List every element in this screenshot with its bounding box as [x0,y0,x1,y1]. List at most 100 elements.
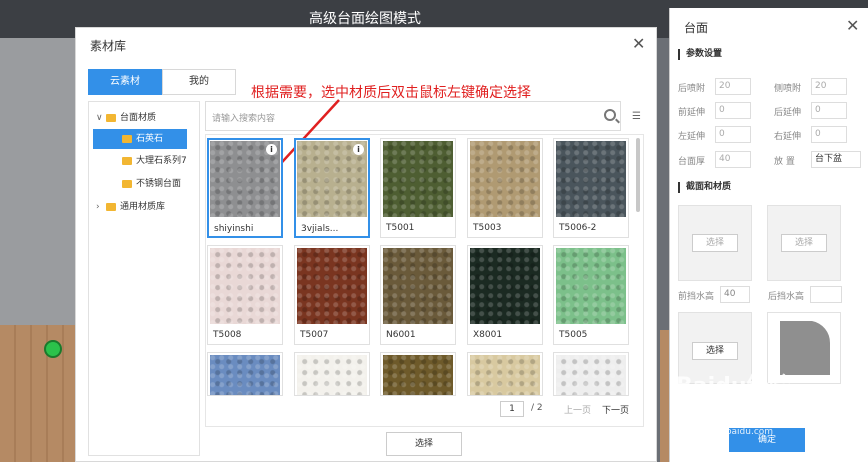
tree-item-marble[interactable]: 大理石系列7 [122,152,187,170]
scene-wall [0,38,75,328]
tab-my-materials[interactable]: 我的 [162,69,236,95]
prev-page-link[interactable]: 上一页 [564,403,591,416]
material-tile[interactable]: X8001 [467,245,543,345]
material-tile[interactable]: i 3vjials... [294,138,370,238]
field-label: 后喷附 [678,84,706,94]
move-handle[interactable] [44,340,62,358]
folder-icon [122,134,132,143]
material-tile[interactable]: T5001 [380,138,456,238]
pick-profile-button[interactable]: 选择 [692,234,738,252]
material-name: 3vjials... [301,224,339,234]
scene-floor [0,325,75,462]
tree-item-general[interactable]: › 通用材质库 [96,198,165,216]
material-tile[interactable]: T5007 [294,245,370,345]
pick-material-button[interactable]: 选择 [781,234,827,252]
material-tile[interactable] [467,352,543,396]
dialog-title: 素材库 [90,39,127,53]
field-input[interactable]: 40 [715,151,751,168]
pick-edge-button[interactable]: 选择 [692,342,738,360]
chevron-down-icon: ∨ [96,113,103,123]
app-title: 高级台面绘图模式 [309,11,421,27]
material-name: T5005 [559,330,588,340]
annotation-text: 根据需要，选中材质后双击鼠标左键确定选择 [251,85,531,101]
material-swatch [470,248,540,324]
chevron-right-icon: › [96,202,100,212]
page-total: / 2 [531,403,543,413]
tree-item-label: 通用材质库 [120,202,166,212]
material-name: X8001 [473,330,503,340]
material-swatch [470,141,540,217]
close-icon[interactable]: ✕ [632,34,645,53]
material-swatch [470,355,540,395]
back-water-input[interactable] [810,286,842,303]
material-name: T5007 [300,330,329,340]
tree-item-quartz[interactable]: 石英石 [122,130,163,148]
material-name: T5008 [213,330,242,340]
field-input[interactable]: 0 [811,102,847,119]
panel-title: 台面 [684,21,709,35]
field-input[interactable]: 20 [715,78,751,95]
material-swatch [297,248,367,324]
page-number-input[interactable]: 1 [500,401,524,417]
tab-cloud-materials[interactable]: 云素材 [88,69,162,95]
field-input[interactable]: 0 [715,126,751,143]
field-label: 侧喷附 [774,84,802,94]
material-swatch [556,141,626,217]
close-icon[interactable]: ✕ [846,16,859,35]
material-swatch [297,355,367,395]
material-swatch [556,355,626,395]
field-label: 台面厚 [678,157,706,167]
material-tile[interactable] [294,352,370,396]
tree-item-label: 台面材质 [120,113,157,123]
material-tile[interactable]: T5008 [207,245,283,345]
section-params: 参数设置 [678,49,722,60]
folder-icon [106,113,116,122]
next-page-link[interactable]: 下一页 [602,403,629,416]
info-icon[interactable]: i [353,144,364,155]
material-tile[interactable]: i shiyinshi [207,138,283,238]
material-swatch [383,355,453,395]
material-name: T5006-2 [559,223,597,233]
field-label: 前延伸 [678,108,706,118]
material-library-dialog: 素材库 ✕ 云素材 我的 ∨ 台面材质 石英石 大理石系列7 不锈钢台面 › 通用材… [75,27,657,462]
folder-icon [122,156,132,165]
field-label: 右延伸 [774,132,802,142]
material-name: T5003 [473,223,502,233]
back-water-label: 后挡水高 [768,292,805,302]
material-swatch [210,355,280,395]
material-tile[interactable] [207,352,283,396]
tree-item-label: 不锈钢台面 [136,179,182,189]
grid-scrollbar[interactable] [636,138,640,212]
material-swatch [383,141,453,217]
folder-icon [106,202,116,211]
tree-item-stainless[interactable]: 不锈钢台面 [122,175,181,193]
material-tile[interactable] [553,352,629,396]
material-name: N6001 [386,330,416,340]
material-swatch [383,248,453,324]
field-input[interactable]: 0 [811,126,847,143]
search-icon[interactable] [604,109,616,121]
material-name: T5001 [386,223,415,233]
material-tile[interactable]: T5005 [553,245,629,345]
tree-item-label: 石英石 [136,134,164,144]
material-swatch [556,248,626,324]
field-label: 左延伸 [678,132,706,142]
placement-select[interactable]: 台下盆 [811,151,861,168]
info-icon[interactable]: i [266,144,277,155]
front-water-label: 前挡水高 [678,292,715,302]
field-label: 后延伸 [774,108,802,118]
field-input[interactable]: 0 [715,102,751,119]
select-button[interactable]: 选择 [386,432,462,456]
list-view-icon[interactable]: ☰ [632,111,641,122]
baidu-logo: Baidu经验 [676,374,791,399]
material-tile[interactable] [380,352,456,396]
watermark-url: jingyan.baidu.com [690,427,774,437]
material-tile[interactable]: T5003 [467,138,543,238]
front-water-input[interactable]: 40 [720,286,750,303]
section-material: 截面和材质 [678,182,731,193]
material-tile[interactable]: T5006-2 [553,138,629,238]
field-input[interactable]: 20 [811,78,847,95]
tree-item-countertop[interactable]: ∨ 台面材质 [96,109,156,127]
tree-item-label: 大理石系列7 [136,156,187,166]
material-tile[interactable]: N6001 [380,245,456,345]
